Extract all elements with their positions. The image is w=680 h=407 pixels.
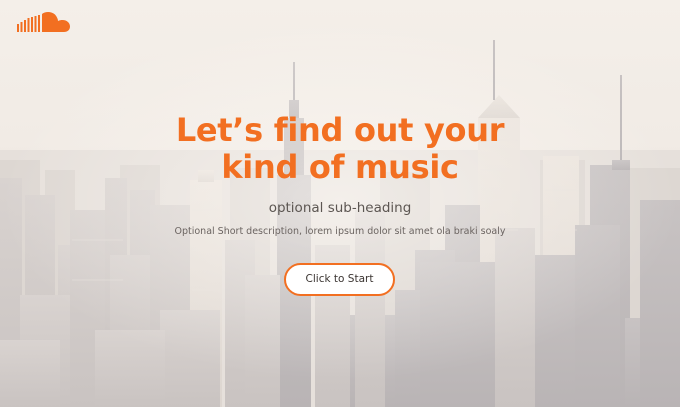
hero-description: Optional Short description, lorem ipsum … <box>174 226 506 237</box>
hero-content: Let’s find out your kind of music option… <box>0 112 680 239</box>
soundcloud-logo-icon[interactable] <box>17 10 71 34</box>
hero-headline: Let’s find out your kind of music <box>175 111 505 186</box>
hero-section: Let’s find out your kind of music option… <box>0 0 680 407</box>
click-to-start-button[interactable]: Click to Start <box>284 263 395 296</box>
hero-subheading: optional sub-heading <box>268 200 412 216</box>
